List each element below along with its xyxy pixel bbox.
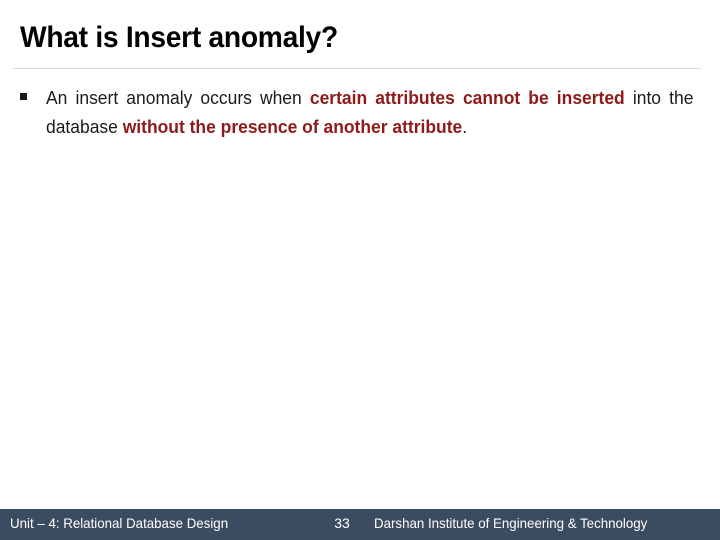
slide-canvas: What is Insert anomaly? An insert anomal…: [0, 0, 720, 540]
title-area: What is Insert anomaly?: [0, 0, 720, 69]
bullet-segment-highlight-2: without the presence of another attribut…: [122, 117, 463, 137]
title-divider: [13, 68, 701, 69]
page-title: What is Insert anomaly?: [20, 21, 338, 54]
footer-content: Unit – 4: Relational Database Design 33 …: [0, 509, 720, 540]
footer-bar: Unit – 4: Relational Database Design 33 …: [0, 509, 720, 540]
bullet-text: An insert anomaly occurs when certain at…: [46, 84, 693, 142]
square-bullet-icon: [20, 93, 27, 100]
list-item: An insert anomaly occurs when certain at…: [0, 84, 720, 142]
slide-body: An insert anomaly occurs when certain at…: [0, 84, 720, 142]
bullet-segment-plain-3: .: [462, 117, 468, 137]
footer-institute-label: Darshan Institute of Engineering & Techn…: [374, 515, 648, 531]
footer-page-number: 33: [334, 515, 350, 531]
bullet-segment-highlight-1: certain attributes cannot be inserted: [309, 88, 625, 108]
footer-unit-label: Unit – 4: Relational Database Design: [10, 515, 229, 531]
bullet-segment-plain-1: An insert anomaly occurs when: [46, 88, 310, 108]
